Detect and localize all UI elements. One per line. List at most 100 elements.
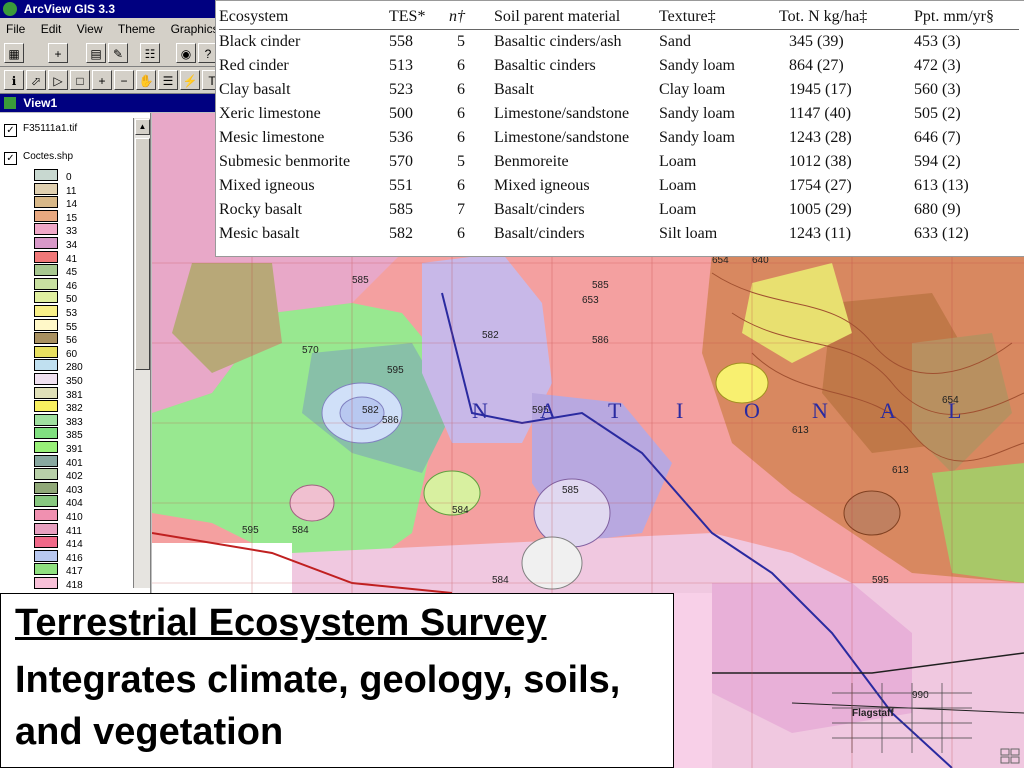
map-unit-label: 990 [912, 690, 929, 701]
table-cell: 1243 (11) [789, 225, 852, 242]
legend-item[interactable]: 33 [34, 223, 77, 237]
table-cell: Mesic basalt [219, 225, 300, 242]
legend-item[interactable]: 385 [34, 427, 83, 441]
pointer-tool-icon[interactable]: ⬀ [26, 70, 46, 90]
scroll-thumb[interactable] [135, 138, 150, 370]
legend-item[interactable]: 280 [34, 359, 83, 373]
legend-swatch [34, 237, 58, 249]
table-cell: 1945 (17) [789, 81, 852, 98]
legend-item[interactable]: 404 [34, 495, 83, 509]
table-cell: Sandy loam [659, 105, 735, 122]
legend-swatch [34, 536, 58, 549]
legend-swatch [34, 441, 58, 453]
legend-label: 391 [66, 444, 83, 455]
zoom-out-icon[interactable]: − [114, 70, 134, 90]
table-cell: Basaltic cinders/ash [494, 33, 622, 50]
legend-item[interactable]: 402 [34, 468, 83, 482]
col-header-total-n: Tot. N kg/ha‡ [779, 7, 914, 30]
identify-tool-icon[interactable]: ℹ [4, 70, 24, 90]
grid-resize-icon[interactable] [1000, 748, 1020, 764]
add-theme-icon[interactable]: + [48, 43, 68, 63]
legend-item[interactable]: 391 [34, 441, 83, 455]
legend-swatch [34, 209, 58, 222]
legend-item[interactable]: 50 [34, 291, 77, 305]
legend-item[interactable]: 14 [34, 196, 77, 210]
theme-properties-icon[interactable]: ▤ [86, 43, 106, 63]
edit-legend-icon[interactable]: ✎ [108, 43, 128, 63]
legend-item[interactable]: 56 [34, 332, 78, 347]
map-unit-label: 584 [492, 575, 509, 586]
open-table-icon[interactable]: ☷ [140, 43, 160, 63]
legend-swatch [34, 373, 58, 385]
table-cell: 633 (12) [914, 225, 969, 242]
map-unit-label: 585 [592, 280, 609, 291]
theme-shapefile[interactable]: ✓ Coctes.shp [4, 151, 73, 165]
legend-item[interactable]: 34 [34, 237, 77, 251]
legend-label: 0 [66, 172, 72, 183]
legend-swatch [34, 169, 58, 181]
legend-item[interactable]: 53 [34, 305, 77, 319]
legend-item[interactable]: 55 [34, 318, 77, 333]
scroll-up-icon[interactable]: ▲ [135, 119, 150, 135]
caption-subtitle: Integrates climate, geology, soils, and … [15, 659, 621, 753]
table-cell: 453 (3) [914, 33, 961, 50]
pan-hand-icon[interactable]: ✋ [136, 70, 156, 90]
legend-item[interactable]: 382 [34, 400, 83, 414]
zoom-in-icon[interactable]: + [92, 70, 112, 90]
legend-item[interactable]: 41 [34, 250, 77, 265]
table-cell: Mixed igneous [494, 177, 590, 194]
legend-item[interactable]: 403 [34, 481, 83, 496]
legend-item[interactable]: 414 [34, 536, 83, 550]
menu-file[interactable]: File [0, 18, 31, 40]
legend-item[interactable]: 15 [34, 209, 77, 224]
col-header-n: n† [449, 7, 494, 30]
legend-swatch [34, 495, 58, 508]
select-feature-icon[interactable]: □ [70, 70, 90, 90]
legend-item[interactable]: 383 [34, 413, 83, 428]
legend-item[interactable]: 46 [34, 277, 77, 292]
menu-edit[interactable]: Edit [35, 18, 68, 40]
legend-item[interactable]: 11 [34, 182, 76, 197]
table-cell: 6 [457, 129, 465, 146]
map-unit-label: 584 [452, 505, 469, 516]
legend-item[interactable]: 410 [34, 509, 83, 523]
checkmark-icon[interactable]: ✓ [4, 152, 17, 165]
legend-item[interactable]: 418 [34, 577, 83, 591]
table-cell: 646 (7) [914, 129, 961, 146]
table-body: Black cinder 558 5 Basaltic cinders/ash Sand… [219, 30, 1019, 247]
legend-item[interactable]: 45 [34, 264, 77, 278]
legend-item[interactable]: 416 [34, 549, 83, 564]
table-row: Mesic limestone 536 6 Limestone/sandstone Sa… [219, 126, 1019, 150]
table-cell: 500 [389, 105, 413, 122]
ecosystem-table: Ecosystem TES* n† Soil parent material T… [219, 7, 1019, 246]
table-row: Black cinder 558 5 Basaltic cinders/ash Sand… [219, 30, 1019, 55]
legend-item[interactable]: 417 [34, 563, 83, 577]
legend-item[interactable]: 60 [34, 345, 77, 360]
find-icon[interactable]: ◉ [176, 43, 196, 63]
table-cell: 558 [389, 33, 413, 50]
save-project-icon[interactable]: ▦ [4, 43, 24, 63]
legend-label: 56 [66, 335, 78, 347]
table-cell: Xeric limestone [219, 105, 321, 122]
hotlink-icon[interactable]: ⚡ [180, 70, 200, 90]
map-unit-label: 582 [482, 330, 499, 341]
table-of-contents: ✓ F35111a1.tif ✓ Coctes.shp 0 11 14 15 33 34 41 4… [0, 113, 151, 593]
arcview-logo-icon [3, 2, 17, 16]
checkmark-icon[interactable]: ✓ [4, 124, 17, 137]
city-label: Flagstaff [852, 708, 894, 719]
vertex-edit-icon[interactable]: ▷ [48, 70, 68, 90]
legend-item[interactable]: 0 [34, 169, 72, 183]
toc-scrollbar[interactable]: ▲ [133, 118, 150, 588]
col-header-texture: Texture‡ [659, 7, 779, 30]
col-header-ecosystem: Ecosystem [219, 7, 389, 30]
theme-raster[interactable]: ✓ F35111a1.tif [4, 123, 77, 137]
map-unit-label: 613 [792, 425, 809, 436]
menu-theme[interactable]: Theme [112, 18, 161, 40]
legend-swatch [34, 196, 58, 209]
legend-item[interactable]: 381 [34, 386, 83, 401]
menu-view[interactable]: View [71, 18, 109, 40]
legend-item[interactable]: 350 [34, 373, 83, 387]
legend-item[interactable]: 401 [34, 454, 83, 469]
legend-item[interactable]: 411 [34, 522, 82, 537]
measure-icon[interactable]: ☰ [158, 70, 178, 90]
